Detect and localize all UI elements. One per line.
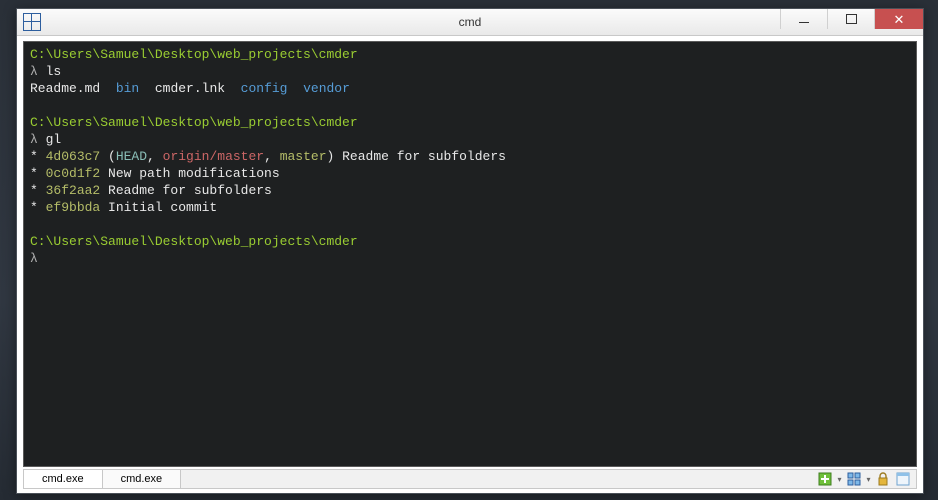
tab-bar: cmd.exe cmd.exe ▾ ▾ <box>23 469 917 489</box>
tab-cmd[interactable]: cmd.exe <box>103 470 182 488</box>
git-log-line: * ef9bbda Initial commit <box>30 199 910 216</box>
chevron-down-icon[interactable]: ▾ <box>836 471 843 487</box>
minimize-button[interactable] <box>780 9 827 29</box>
prompt-symbol: λ <box>30 132 38 147</box>
prompt-path: C:\Users\Samuel\Desktop\web_projects\cmd… <box>30 47 358 62</box>
prompt-symbol: λ <box>30 64 38 79</box>
prompt-path: C:\Users\Samuel\Desktop\web_projects\cmd… <box>30 234 358 249</box>
terminal[interactable]: C:\Users\Samuel\Desktop\web_projects\cmd… <box>23 41 917 467</box>
command: ls <box>46 64 62 79</box>
maximize-button[interactable] <box>827 9 874 29</box>
tab-label: cmd.exe <box>121 473 163 485</box>
tab-label: cmd.exe <box>42 473 84 485</box>
command: gl <box>46 132 62 147</box>
app-window: cmd ✕ C:\Users\Samuel\Desktop\web_projec… <box>16 8 924 494</box>
new-tab-icon[interactable] <box>816 470 834 488</box>
prompt-path: C:\Users\Samuel\Desktop\web_projects\cmd… <box>30 115 358 130</box>
tab-cmd[interactable]: cmd.exe <box>24 470 103 488</box>
prompt-symbol: λ <box>30 251 38 266</box>
close-button[interactable]: ✕ <box>874 9 923 29</box>
app-icon <box>23 13 41 31</box>
status-icons: ▾ ▾ <box>812 470 916 488</box>
lock-icon[interactable] <box>874 470 892 488</box>
git-log-line: * 0c0d1f2 New path modifications <box>30 165 910 182</box>
git-log-line: * 36f2aa2 Readme for subfolders <box>30 182 910 199</box>
windows-icon[interactable] <box>845 470 863 488</box>
chevron-down-icon[interactable]: ▾ <box>865 471 872 487</box>
titlebar[interactable]: cmd ✕ <box>17 9 923 36</box>
panel-icon[interactable] <box>894 470 912 488</box>
window-controls: ✕ <box>780 9 923 35</box>
git-log-line: * 4d063c7 (HEAD, origin/master, master) … <box>30 148 910 165</box>
ls-output: Readme.md bin cmder.lnk config vendor <box>30 80 910 97</box>
